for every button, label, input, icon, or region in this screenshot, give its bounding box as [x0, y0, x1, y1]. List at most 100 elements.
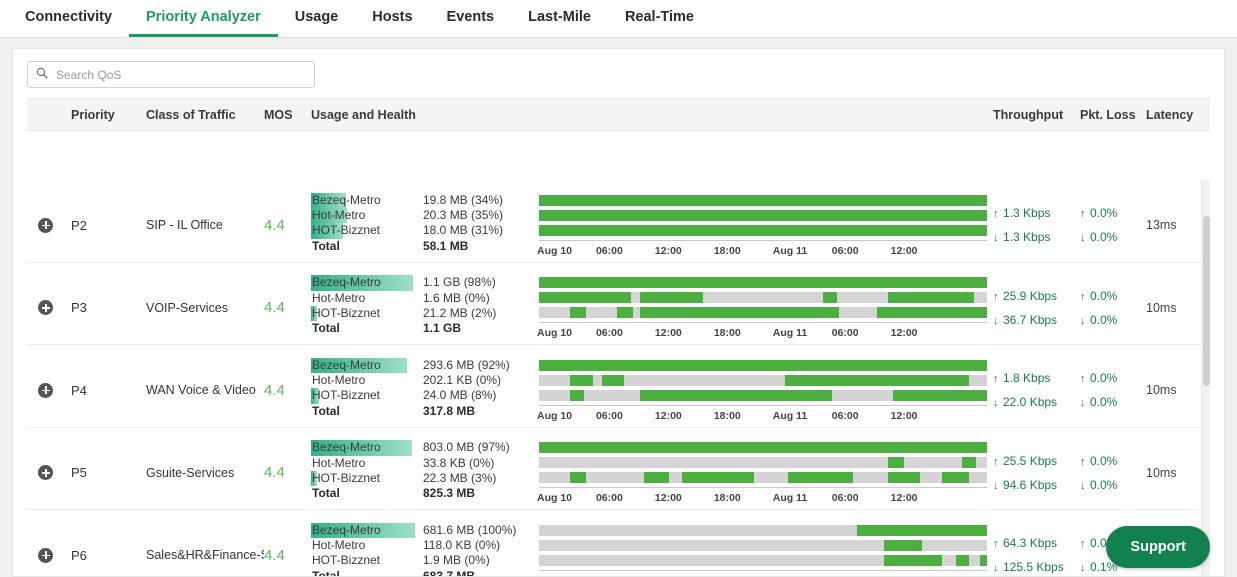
throughput-up: ↑ 64.3 Kbps — [993, 531, 1080, 555]
table-row[interactable]: P5 Gsuite-Services 4.4 Bezeq-Metro Hot-Metro… — [27, 428, 1210, 510]
isp-name-row: HOT-Bizznet — [311, 388, 415, 404]
table-row[interactable]: P3 VOIP-Services 4.4 Bezeq-Metro Hot-Metro HO… — [27, 263, 1210, 345]
isp-usage-value: 18.0 MB (31%) — [423, 223, 504, 238]
health-bar — [539, 209, 987, 221]
scrollbar-thumb[interactable] — [1203, 216, 1210, 386]
class-of-traffic-label: VOIP-Services — [146, 300, 228, 315]
isp-usage-value: 22.3 MB (3%) — [423, 470, 497, 485]
health-timeline: Aug 10 06:00 12:00 18:00 Aug 11 06:00 12:00 — [527, 523, 993, 576]
axis-tick-label: 12:00 — [654, 327, 682, 340]
throughput-down-value: 36.7 Kbps — [1003, 312, 1058, 327]
arrow-up-icon: ↑ — [993, 373, 999, 386]
pkt-loss-down: ↓ 0.0% — [1080, 473, 1146, 497]
health-segment — [883, 539, 923, 551]
usage-and-health-cell: Bezeq-Metro Hot-Metro HOT-Bizznet Total 681.… — [306, 522, 993, 576]
support-button[interactable]: Support — [1106, 526, 1210, 568]
pkt-loss-up: ↑ 0.0% — [1080, 284, 1146, 308]
axis-tick-label: 18:00 — [713, 244, 741, 257]
priority-label: P5 — [71, 465, 87, 481]
isp-usage-value: 20.3 MB (35%) — [423, 208, 504, 223]
health-segment — [962, 457, 976, 469]
tab-last-mile[interactable]: Last-Mile — [511, 0, 608, 37]
isp-usage-value: 118.0 KB (0%) — [423, 538, 501, 553]
tab-usage[interactable]: Usage — [278, 0, 356, 37]
health-bar — [539, 359, 987, 371]
axis-tick-label: 06:00 — [595, 409, 623, 422]
health-segment — [601, 374, 625, 386]
axis-tick-label: Aug 10 — [537, 492, 573, 505]
health-segment — [644, 472, 669, 484]
isp-name-label: Bezeq-Metro — [312, 192, 381, 207]
class-of-traffic-label: WAN Voice & Video — [146, 383, 256, 398]
search-box[interactable] — [27, 61, 315, 88]
table-body-scroll[interactable]: P2 SIP - IL Office 4.4 Bezeq-Metro Hot-Metro… — [27, 180, 1210, 576]
isp-usage-value: 21.2 MB (2%) — [423, 305, 497, 320]
health-segment — [877, 307, 987, 319]
table-row[interactable]: P4 WAN Voice & Video 4.4 Bezeq-Metro Hot-Met… — [27, 345, 1210, 428]
throughput-down: ↓ 94.6 Kbps — [993, 473, 1080, 497]
health-bar — [539, 307, 987, 319]
axis-tick-label: Aug 10 — [537, 244, 573, 257]
tab-priority-analyzer[interactable]: Priority Analyzer — [129, 0, 278, 37]
axis-tick-label: 12:00 — [890, 492, 918, 505]
health-segment — [539, 277, 987, 289]
axis-tick-label: 18:00 — [714, 575, 741, 576]
time-axis: Aug 10 06:00 12:00 18:00 Aug 11 06:00 12:00 — [537, 404, 987, 423]
axis-tick-label: 06:00 — [595, 244, 623, 257]
header-pkt-loss: Pkt. Loss — [1080, 107, 1136, 122]
tab-connectivity[interactable]: Connectivity — [8, 0, 129, 37]
throughput-cell: ↑ 64.3 Kbps ↓ 125.5 Kbps — [993, 531, 1080, 576]
expand-row-icon[interactable] — [38, 300, 53, 316]
health-segment — [888, 472, 920, 484]
throughput-down-value: 22.0 Kbps — [1003, 395, 1058, 410]
expand-row-icon[interactable] — [38, 382, 53, 398]
isp-usage-value: 1.6 MB (0%) — [423, 290, 490, 305]
arrow-down-icon: ↓ — [993, 562, 999, 575]
usage-total-row: Total — [311, 486, 415, 501]
isp-value-list: 19.8 MB (34%) 20.3 MB (35%) 18.0 MB (31%) 5… — [415, 193, 527, 254]
tab-real-time[interactable]: Real-Time — [608, 0, 711, 37]
isp-name-label: HOT-Bizznet — [312, 223, 381, 238]
tab-hosts[interactable]: Hosts — [355, 0, 429, 37]
arrow-up-icon: ↑ — [1080, 208, 1086, 221]
expand-row-icon[interactable] — [38, 217, 53, 233]
search-input[interactable] — [54, 66, 306, 83]
mos-score: 4.4 — [264, 299, 285, 317]
priority-analyzer-card: Priority Class of Traffic MOS Usage and … — [12, 48, 1225, 577]
axis-tick-label: 12:00 — [654, 409, 682, 422]
pkt-loss-up-value: 0.0% — [1090, 206, 1118, 221]
health-bar — [539, 554, 987, 566]
health-segment — [539, 194, 987, 206]
throughput-cell: ↑ 1.8 Kbps ↓ 22.0 Kbps — [993, 366, 1080, 414]
arrow-up-icon: ↑ — [993, 538, 999, 551]
isp-name-row: HOT-Bizznet — [311, 553, 415, 568]
isp-usage-value: 803.0 MB (97%) — [423, 440, 510, 455]
health-segment — [539, 442, 987, 454]
expand-row-icon[interactable] — [38, 547, 53, 563]
header-throughput: Throughput — [993, 107, 1064, 122]
time-axis: Aug 10 06:00 12:00 18:00 Aug 11 06:00 12:00 — [537, 239, 987, 258]
arrow-up-icon: ↑ — [993, 455, 999, 468]
health-bar — [539, 457, 987, 469]
isp-name-label: HOT-Bizznet — [312, 305, 381, 320]
throughput-cell: ↑ 1.3 Kbps ↓ 1.3 Kbps — [993, 201, 1080, 249]
isp-name-row: Hot-Metro — [311, 291, 415, 306]
health-segment — [888, 457, 905, 469]
pkt-loss-cell: ↑ 0.0% ↓ 0.0% — [1080, 366, 1146, 414]
health-bar — [539, 194, 987, 206]
vertical-scrollbar[interactable] — [1201, 180, 1210, 576]
health-segment — [617, 307, 634, 319]
table-row[interactable]: P2 SIP - IL Office 4.4 Bezeq-Metro Hot-Metro… — [27, 180, 1210, 263]
throughput-up: ↑ 1.8 Kbps — [993, 366, 1080, 390]
throughput-down-value: 94.6 Kbps — [1003, 477, 1058, 492]
health-segment — [639, 307, 840, 319]
axis-tick-label: 12:00 — [890, 244, 918, 257]
table-row[interactable]: P6 Sales&HR&Finance-S 4.4 Bezeq-Metro Hot-Me… — [27, 510, 1210, 576]
axis-tick-label: 12:00 — [890, 409, 918, 422]
priority-label: P3 — [71, 300, 87, 316]
health-segment — [785, 374, 970, 386]
tab-events[interactable]: Events — [430, 0, 512, 37]
mos-score: 4.4 — [264, 216, 285, 234]
priority-label: P2 — [71, 217, 87, 233]
expand-row-icon[interactable] — [38, 465, 53, 481]
